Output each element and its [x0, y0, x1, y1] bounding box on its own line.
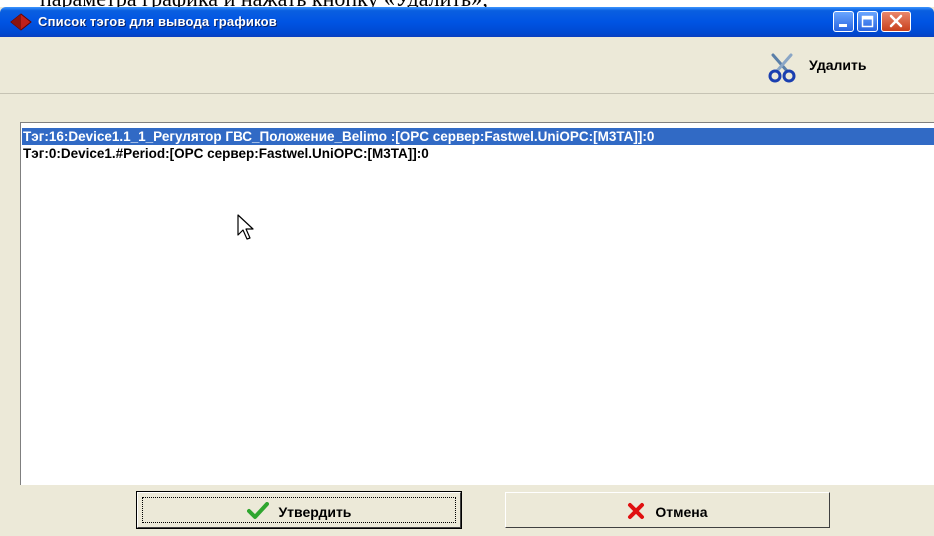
- confirm-button[interactable]: Утвердить: [136, 491, 462, 529]
- button-bar: Утвердить Отмена: [0, 485, 934, 536]
- minimize-button[interactable]: [833, 11, 854, 32]
- list-item[interactable]: Тэг:0:Device1.#Period:[OPC сервер:Fastwe…: [22, 145, 429, 162]
- app-icon: [10, 13, 32, 31]
- confirm-label: Утвердить: [278, 504, 352, 520]
- list-item-selected[interactable]: Тэг:16:Device1.1_1_Регулятор ГВС_Положен…: [22, 128, 934, 145]
- mouse-cursor-icon: [236, 213, 258, 246]
- delete-label: Удалить: [809, 57, 867, 73]
- tag-list[interactable]: Тэг:16:Device1.1_1_Регулятор ГВС_Положен…: [20, 122, 934, 486]
- toolbar: Удалить: [0, 37, 934, 94]
- cross-icon: [627, 503, 655, 520]
- title-bar[interactable]: Список тэгов для вывода графиков: [0, 7, 934, 37]
- cancel-label: Отмена: [655, 504, 708, 520]
- maximize-button[interactable]: [857, 11, 878, 32]
- tag-list-window: Список тэгов для вывода графиков Удалить…: [0, 7, 934, 536]
- close-button[interactable]: [881, 11, 911, 32]
- window-title: Список тэгов для вывода графиков: [38, 14, 277, 29]
- checkmark-icon: [246, 502, 279, 520]
- delete-button[interactable]: Удалить: [765, 51, 915, 83]
- cancel-button[interactable]: Отмена: [505, 492, 830, 528]
